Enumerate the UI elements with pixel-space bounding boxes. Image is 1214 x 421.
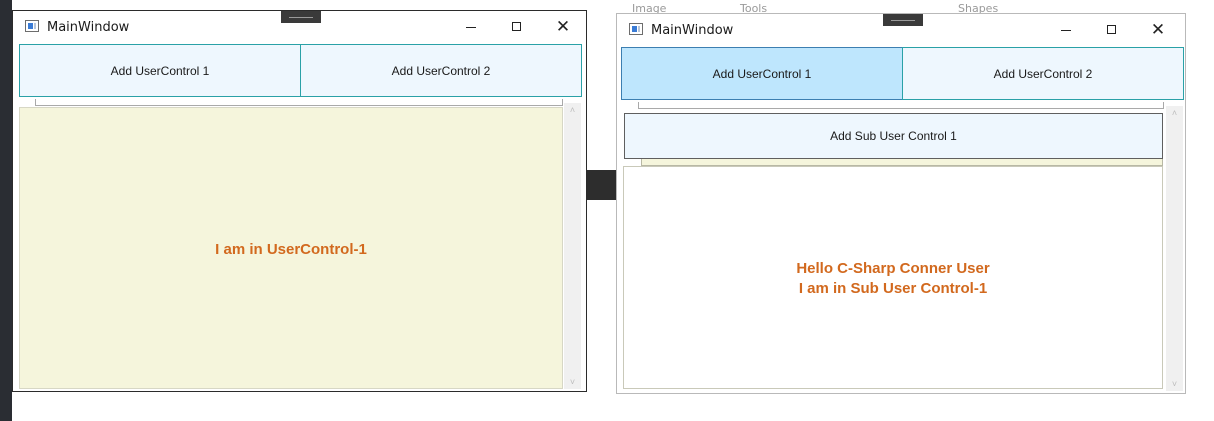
button-label: Add UserControl 2 [993, 66, 1093, 81]
maximize-icon[interactable] [494, 11, 540, 43]
sub-panel-notch [641, 159, 1163, 166]
sub-user-control-1-panel: Hello C-Sharp Conner User I am in Sub Us… [623, 166, 1163, 389]
usercontrol-1-message: I am in UserControl-1 [215, 241, 367, 258]
sub-usercontrol-greeting: Hello C-Sharp Conner User [796, 260, 990, 277]
scroll-down-icon[interactable]: ˅ [1166, 377, 1183, 391]
desktop-strip-left [0, 0, 12, 421]
app-icon [25, 20, 39, 32]
scroll-down-icon[interactable]: ˅ [564, 375, 581, 389]
vertical-scrollbar[interactable]: ˄ ˅ [564, 103, 581, 389]
desktop-strip-left-2 [587, 0, 616, 421]
button-label: Add UserControl 1 [712, 66, 812, 81]
main-window-1: MainWindow ✕ Add UserControl 1 Add UserC… [12, 10, 587, 392]
window-grip-handle[interactable] [281, 11, 321, 23]
button-label: Add UserControl 2 [391, 63, 491, 78]
window-title: MainWindow [47, 20, 130, 35]
close-icon[interactable]: ✕ [1135, 14, 1181, 46]
usercontrol-1-panel: I am in UserControl-1 [19, 107, 563, 389]
close-icon[interactable]: ✕ [540, 11, 586, 43]
desktop-strip-right [1186, 0, 1214, 421]
add-usercontrol-1-button[interactable]: Add UserControl 1 [621, 47, 903, 100]
main-window-2: MainWindow ✕ Add UserControl 1 Add UserC… [616, 13, 1186, 394]
minimize-icon[interactable] [1043, 14, 1089, 46]
add-usercontrol-1-button[interactable]: Add UserControl 1 [19, 44, 301, 97]
vertical-scrollbar[interactable]: ˄ ˅ [1166, 106, 1183, 391]
scroll-up-icon[interactable]: ˄ [1166, 106, 1183, 120]
button-label: Add UserControl 1 [110, 63, 210, 78]
scroll-up-icon[interactable]: ˄ [564, 103, 581, 117]
window-title: MainWindow [651, 23, 734, 38]
sub-usercontrol-message: I am in Sub User Control-1 [798, 280, 988, 297]
app-icon [629, 23, 643, 35]
add-usercontrol-2-button[interactable]: Add UserControl 2 [902, 47, 1184, 100]
title-bar: MainWindow ✕ [13, 11, 586, 43]
content-tab-notch [35, 99, 563, 106]
minimize-icon[interactable] [448, 11, 494, 43]
title-bar: MainWindow ✕ [617, 14, 1185, 46]
content-tab-notch [638, 102, 1164, 109]
add-usercontrol-2-button[interactable]: Add UserControl 2 [300, 44, 582, 97]
add-sub-user-control-1-button[interactable]: Add Sub User Control 1 [624, 113, 1163, 159]
desktop-strip-dark [587, 170, 616, 200]
button-label: Add Sub User Control 1 [830, 129, 957, 143]
window-grip-handle[interactable] [883, 14, 923, 26]
maximize-icon[interactable] [1089, 14, 1135, 46]
